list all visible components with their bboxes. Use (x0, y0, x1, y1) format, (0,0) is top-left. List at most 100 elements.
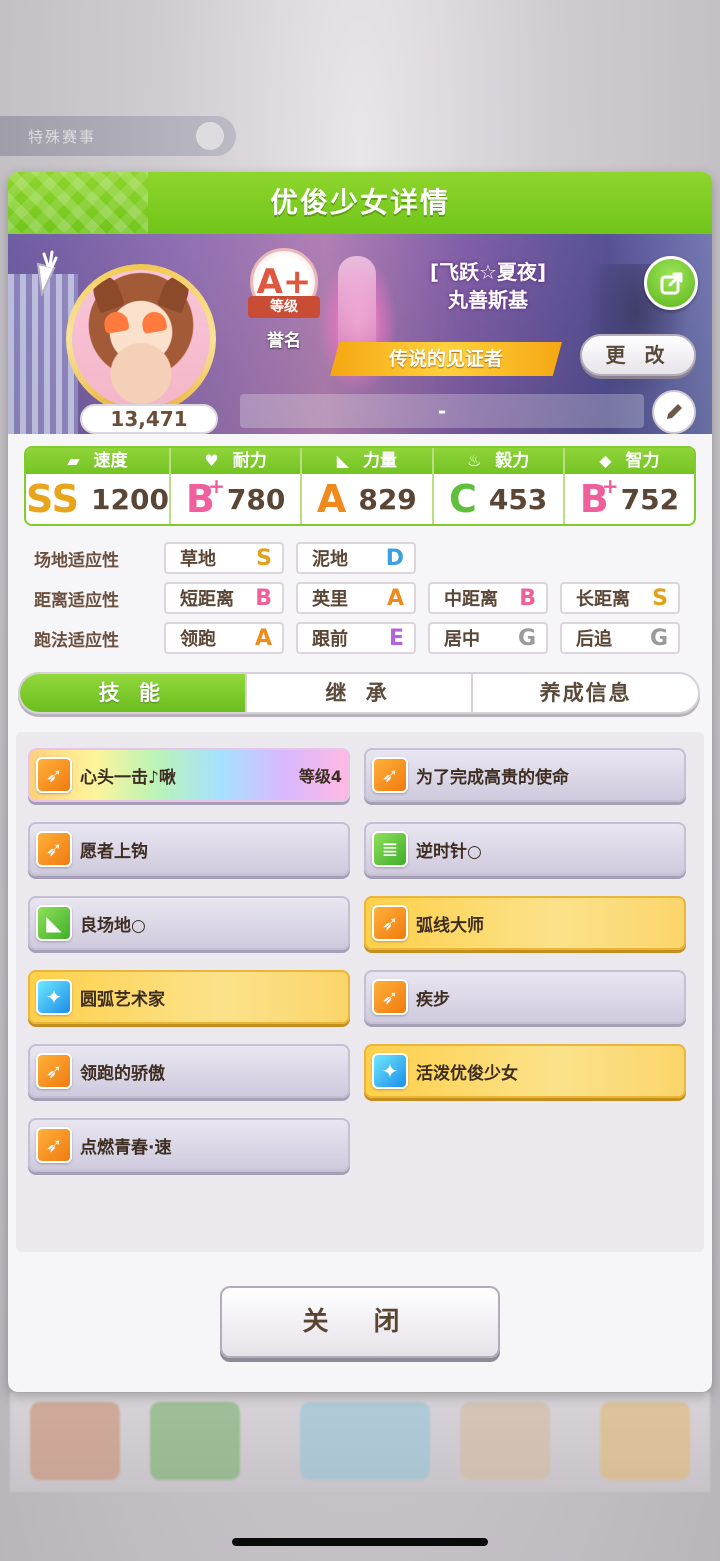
apt-name: 草地 (180, 549, 216, 570)
apt-name: 英里 (312, 589, 348, 610)
apt-name: 跟前 (312, 629, 348, 650)
apt-name: 领跑 (180, 629, 216, 650)
stat-body: A 829 (302, 474, 431, 524)
apt-item: 短距离 B (164, 582, 284, 614)
skill-item[interactable]: ✦ 活泼优俊少女 (364, 1044, 686, 1098)
modal-header: 优俊少女详情 (8, 172, 712, 234)
stat-label: 毅力 (495, 451, 530, 471)
stat-power: ◣ 力量 A 829 (302, 448, 434, 524)
apt-item: 后追 G (560, 622, 680, 654)
apt-item: 泥地 D (296, 542, 416, 574)
blurred-menu-item (30, 1402, 120, 1480)
edit-comment-button[interactable] (652, 390, 696, 434)
carrot-icon[interactable] (28, 250, 62, 296)
strategy-aptitude-row: 跑法适应性 领跑 A 跟前 E 居中 G 后追 G (34, 622, 692, 654)
status-panel: ▰ 速度 SS 1200 ♥ 耐力 B + 780 ◣ 力量 A 829 ♨ 毅力 C (24, 446, 696, 526)
avatar-ear (88, 272, 126, 314)
tab-inheritance[interactable]: 继 承 (247, 674, 474, 712)
skill-name: 为了完成高贵的使命 (416, 767, 569, 788)
skill-name: 领跑的骄傲 (80, 1063, 165, 1084)
skill-name: 弧线大师 (416, 915, 484, 936)
stat-label: 力量 (363, 451, 398, 471)
apt-grade: D (385, 545, 404, 571)
blurred-menu-item (150, 1402, 240, 1480)
apt-item: 居中 G (428, 622, 548, 654)
apt-label: 跑法适应性 (34, 630, 119, 651)
skill-name: 圆弧艺术家 (80, 989, 165, 1010)
apt-label: 场地适应性 (34, 550, 119, 571)
skill-item[interactable]: ➶ 点燃青春·速 (28, 1118, 350, 1172)
character-outfit: [飞跃☆夏夜] (429, 260, 547, 284)
shoe-icon: ▰ (67, 451, 80, 470)
stat-grade: B + (580, 476, 619, 518)
info-icon (196, 122, 224, 150)
blurred-menu-item (460, 1402, 550, 1480)
share-button[interactable] (644, 256, 698, 310)
legend-title-banner: 传说的见证者 (330, 342, 562, 376)
skill-item[interactable]: ➶ 心头一击♪啾 等级4 (28, 748, 350, 802)
skill-item[interactable]: ➶ 疾步 (364, 970, 686, 1024)
sparkle-icon: ✦ (372, 1053, 408, 1089)
apt-label: 距离适应性 (34, 590, 119, 611)
speed-runner-icon: ➶ (372, 979, 408, 1015)
avatar-image (72, 270, 210, 408)
stat-body: B + 780 (171, 474, 300, 524)
speed-runner-icon: ➶ (36, 1053, 72, 1089)
skill-name: 疾步 (416, 989, 450, 1010)
apt-item: 英里 A (296, 582, 416, 614)
tab-skills[interactable]: 技 能 (20, 674, 247, 712)
apt-grade: B (255, 585, 272, 611)
skill-name: 点燃青春·速 (80, 1137, 172, 1158)
skill-item[interactable]: ✦ 圆弧艺术家 (28, 970, 350, 1024)
skill-name: 心头一击♪啾 (80, 767, 176, 788)
graduation-cap-icon: ◆ (599, 451, 612, 470)
grade-plus: + (208, 474, 225, 498)
stat-guts: ♨ 毅力 C 453 (433, 448, 565, 524)
apt-name: 长距离 (576, 589, 630, 610)
stat-label: 智力 (625, 451, 660, 471)
speed-runner-icon: ➶ (372, 905, 408, 941)
change-title-button[interactable]: 更 改 (580, 334, 696, 376)
stat-value: 752 (620, 482, 680, 516)
blurred-menu-item (600, 1402, 690, 1480)
muscle-icon: ◣ (36, 905, 72, 941)
apt-grade: G (517, 625, 536, 651)
detail-tabs: 技 能 继 承 养成信息 (18, 672, 700, 714)
rank-badge: A+ 等级 誉名 (244, 248, 324, 351)
skill-item[interactable]: ➶ 为了完成高贵的使命 (364, 748, 686, 802)
background-bottom-menu (10, 1392, 710, 1492)
apt-grade: S (652, 585, 668, 611)
muscle-icon: ◣ (336, 451, 350, 470)
skill-item[interactable]: ➶ 领跑的骄傲 (28, 1044, 350, 1098)
avatar-heart-glasses (140, 310, 168, 334)
skills-list: ➶ 心头一击♪啾 等级4 ➶ 为了完成高贵的使命 ➶ 愿者上钩 ≣ 逆时针○ ◣… (16, 732, 704, 1252)
skill-item[interactable]: ◣ 良场地○ (28, 896, 350, 950)
apt-grade: A (254, 625, 272, 651)
stat-grade: B + (186, 476, 225, 518)
apt-grade: E (388, 625, 404, 651)
apt-item: 领跑 A (164, 622, 284, 654)
stat-header: ◆ 智力 (564, 448, 694, 474)
pencil-icon (667, 404, 682, 419)
close-button[interactable]: 关 闭 (220, 1286, 500, 1358)
avatar-heart-glasses (102, 310, 130, 334)
skill-item[interactable]: ≣ 逆时针○ (364, 822, 686, 876)
stat-value: 1200 (91, 482, 169, 516)
comment-field: - (240, 394, 644, 428)
apt-grade: A (386, 585, 404, 611)
grade-plus: + (601, 474, 619, 498)
apt-item: 中距离 B (428, 582, 548, 614)
stat-wit: ◆ 智力 B + 752 (564, 448, 694, 524)
apt-item: 跟前 E (296, 622, 416, 654)
skill-item[interactable]: ➶ 弧线大师 (364, 896, 686, 950)
skill-item[interactable]: ➶ 愿者上钩 (28, 822, 350, 876)
speed-runner-icon: ➶ (36, 1127, 72, 1163)
stat-stamina: ♥ 耐力 B + 780 (170, 448, 303, 524)
skill-name: 活泼优俊少女 (416, 1063, 518, 1084)
stat-header: ◣ 力量 (302, 448, 432, 474)
character-avatar[interactable] (66, 264, 216, 414)
stat-header: ♨ 毅力 (433, 448, 563, 474)
speed-runner-icon: ➶ (36, 757, 72, 793)
tab-training-info[interactable]: 养成信息 (473, 674, 698, 712)
home-indicator[interactable] (232, 1538, 488, 1546)
